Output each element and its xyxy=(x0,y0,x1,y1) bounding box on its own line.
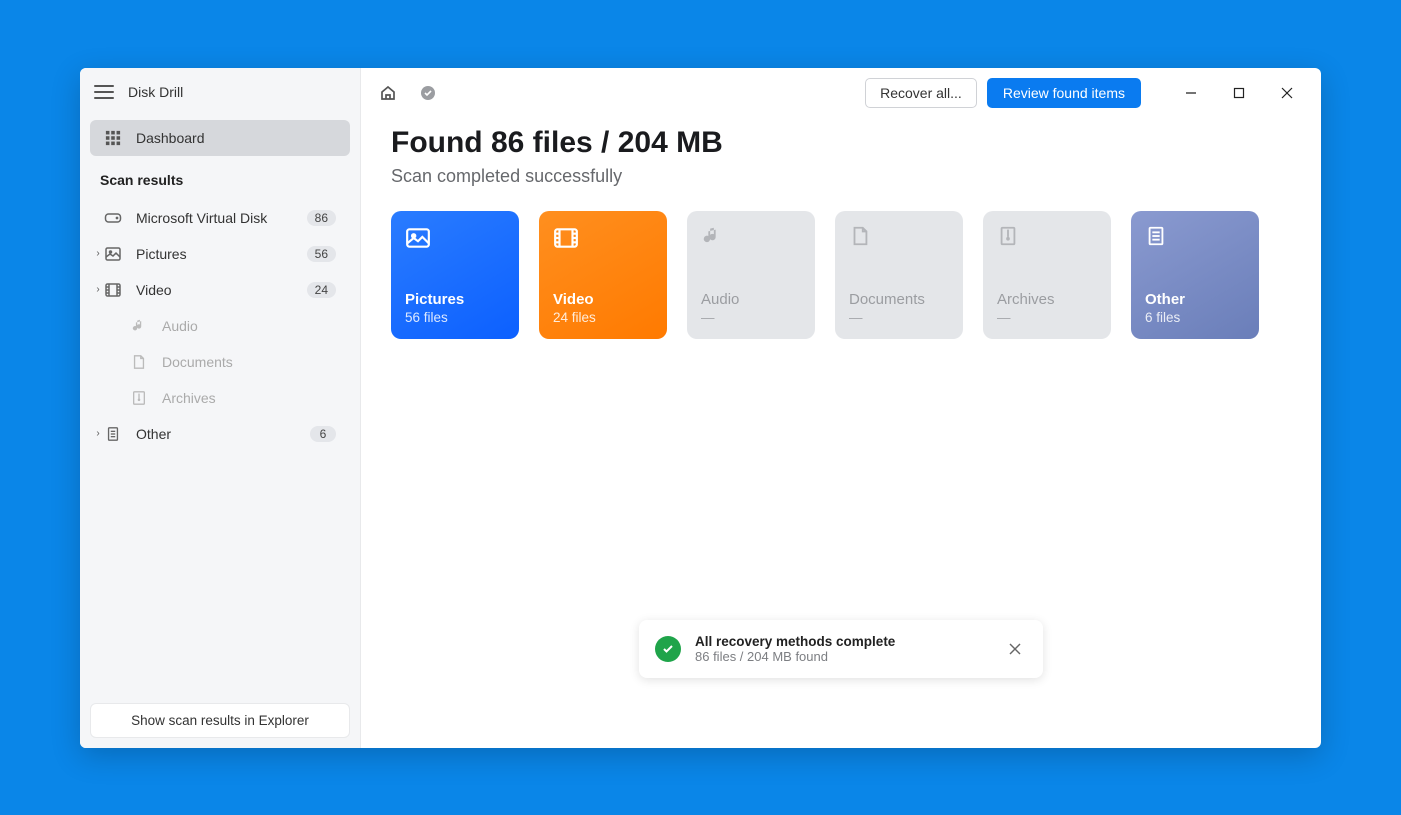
card-other[interactable]: Other 6 files xyxy=(1131,211,1259,339)
card-archives[interactable]: Archives — xyxy=(983,211,1111,339)
success-check-icon xyxy=(655,636,681,662)
chevron-right-icon[interactable]: › xyxy=(86,428,110,439)
sidebar-item-badge: 24 xyxy=(307,282,336,298)
card-documents[interactable]: Documents — xyxy=(835,211,963,339)
card-subtitle: 56 files xyxy=(405,310,505,325)
toast-notification: All recovery methods complete 86 files /… xyxy=(639,620,1043,678)
chevron-right-icon[interactable]: › xyxy=(86,284,110,295)
topbar: Recover all... Review found items xyxy=(361,68,1321,118)
archive-icon xyxy=(130,389,148,407)
page-subtitle: Scan completed successfully xyxy=(391,166,1291,187)
sidebar-item-documents[interactable]: Documents xyxy=(90,344,350,380)
sidebar-section-title: Scan results xyxy=(80,160,360,196)
card-subtitle: — xyxy=(997,310,1097,325)
home-icon[interactable] xyxy=(373,78,403,108)
card-video[interactable]: Video 24 files xyxy=(539,211,667,339)
app-title: Disk Drill xyxy=(128,84,183,100)
sidebar-item-virtual-disk[interactable]: Microsoft Virtual Disk 86 xyxy=(90,200,350,236)
archive-icon xyxy=(997,225,1021,249)
sidebar-item-badge: 56 xyxy=(307,246,336,262)
card-subtitle: — xyxy=(849,310,949,325)
toast-subtitle: 86 files / 204 MB found xyxy=(695,649,989,664)
card-audio[interactable]: Audio — xyxy=(687,211,815,339)
sidebar-item-video[interactable]: › Video 24 xyxy=(90,272,350,308)
sidebar-header: Disk Drill xyxy=(80,68,360,116)
card-title: Pictures xyxy=(405,291,505,308)
sidebar-item-label: Pictures xyxy=(136,246,293,262)
page-title: Found 86 files / 204 MB xyxy=(391,126,1291,160)
sidebar: Disk Drill Dashboard Scan results Micros… xyxy=(80,68,361,748)
card-title: Video xyxy=(553,291,653,308)
sidebar-dashboard[interactable]: Dashboard xyxy=(90,120,350,156)
sidebar-dashboard-label: Dashboard xyxy=(136,130,336,146)
checkmark-icon[interactable] xyxy=(413,78,443,108)
toast-title: All recovery methods complete xyxy=(695,634,989,649)
document-icon xyxy=(130,353,148,371)
main-area: Recover all... Review found items Found … xyxy=(361,68,1321,748)
sidebar-item-pictures[interactable]: › Pictures 56 xyxy=(90,236,350,272)
sidebar-item-badge: 86 xyxy=(307,210,336,226)
sidebar-item-label: Archives xyxy=(162,390,336,406)
video-icon xyxy=(553,225,577,249)
hamburger-icon[interactable] xyxy=(94,85,114,99)
close-icon[interactable] xyxy=(1265,78,1309,108)
document-icon xyxy=(849,225,873,249)
card-title: Documents xyxy=(849,291,949,308)
sidebar-item-label: Audio xyxy=(162,318,336,334)
card-title: Other xyxy=(1145,291,1245,308)
card-subtitle: 24 files xyxy=(553,310,653,325)
review-found-items-button[interactable]: Review found items xyxy=(987,78,1141,108)
card-subtitle: — xyxy=(701,310,801,325)
window-controls xyxy=(1169,78,1309,108)
maximize-icon[interactable] xyxy=(1217,78,1261,108)
audio-icon xyxy=(701,225,725,249)
sidebar-item-badge: 6 xyxy=(310,426,336,442)
card-subtitle: 6 files xyxy=(1145,310,1245,325)
minimize-icon[interactable] xyxy=(1169,78,1213,108)
sidebar-item-archives[interactable]: Archives xyxy=(90,380,350,416)
audio-icon xyxy=(130,317,148,335)
category-cards: Pictures 56 files Video 24 files Audio — xyxy=(391,211,1291,339)
card-pictures[interactable]: Pictures 56 files xyxy=(391,211,519,339)
sidebar-item-label: Video xyxy=(136,282,293,298)
sidebar-item-label: Other xyxy=(136,426,296,442)
sidebar-item-label: Microsoft Virtual Disk xyxy=(136,210,293,226)
card-title: Audio xyxy=(701,291,801,308)
disk-icon xyxy=(104,209,122,227)
recover-all-button[interactable]: Recover all... xyxy=(865,78,977,108)
picture-icon xyxy=(405,225,429,249)
sidebar-item-other[interactable]: › Other 6 xyxy=(90,416,350,452)
app-window: Disk Drill Dashboard Scan results Micros… xyxy=(80,68,1321,748)
sidebar-item-audio[interactable]: Audio xyxy=(90,308,350,344)
toast-close-icon[interactable] xyxy=(1003,637,1027,661)
show-in-explorer-button[interactable]: Show scan results in Explorer xyxy=(90,703,350,738)
chevron-right-icon[interactable]: › xyxy=(86,248,110,259)
grid-icon xyxy=(104,129,122,147)
sidebar-item-label: Documents xyxy=(162,354,336,370)
card-title: Archives xyxy=(997,291,1097,308)
file-icon xyxy=(1145,225,1169,249)
